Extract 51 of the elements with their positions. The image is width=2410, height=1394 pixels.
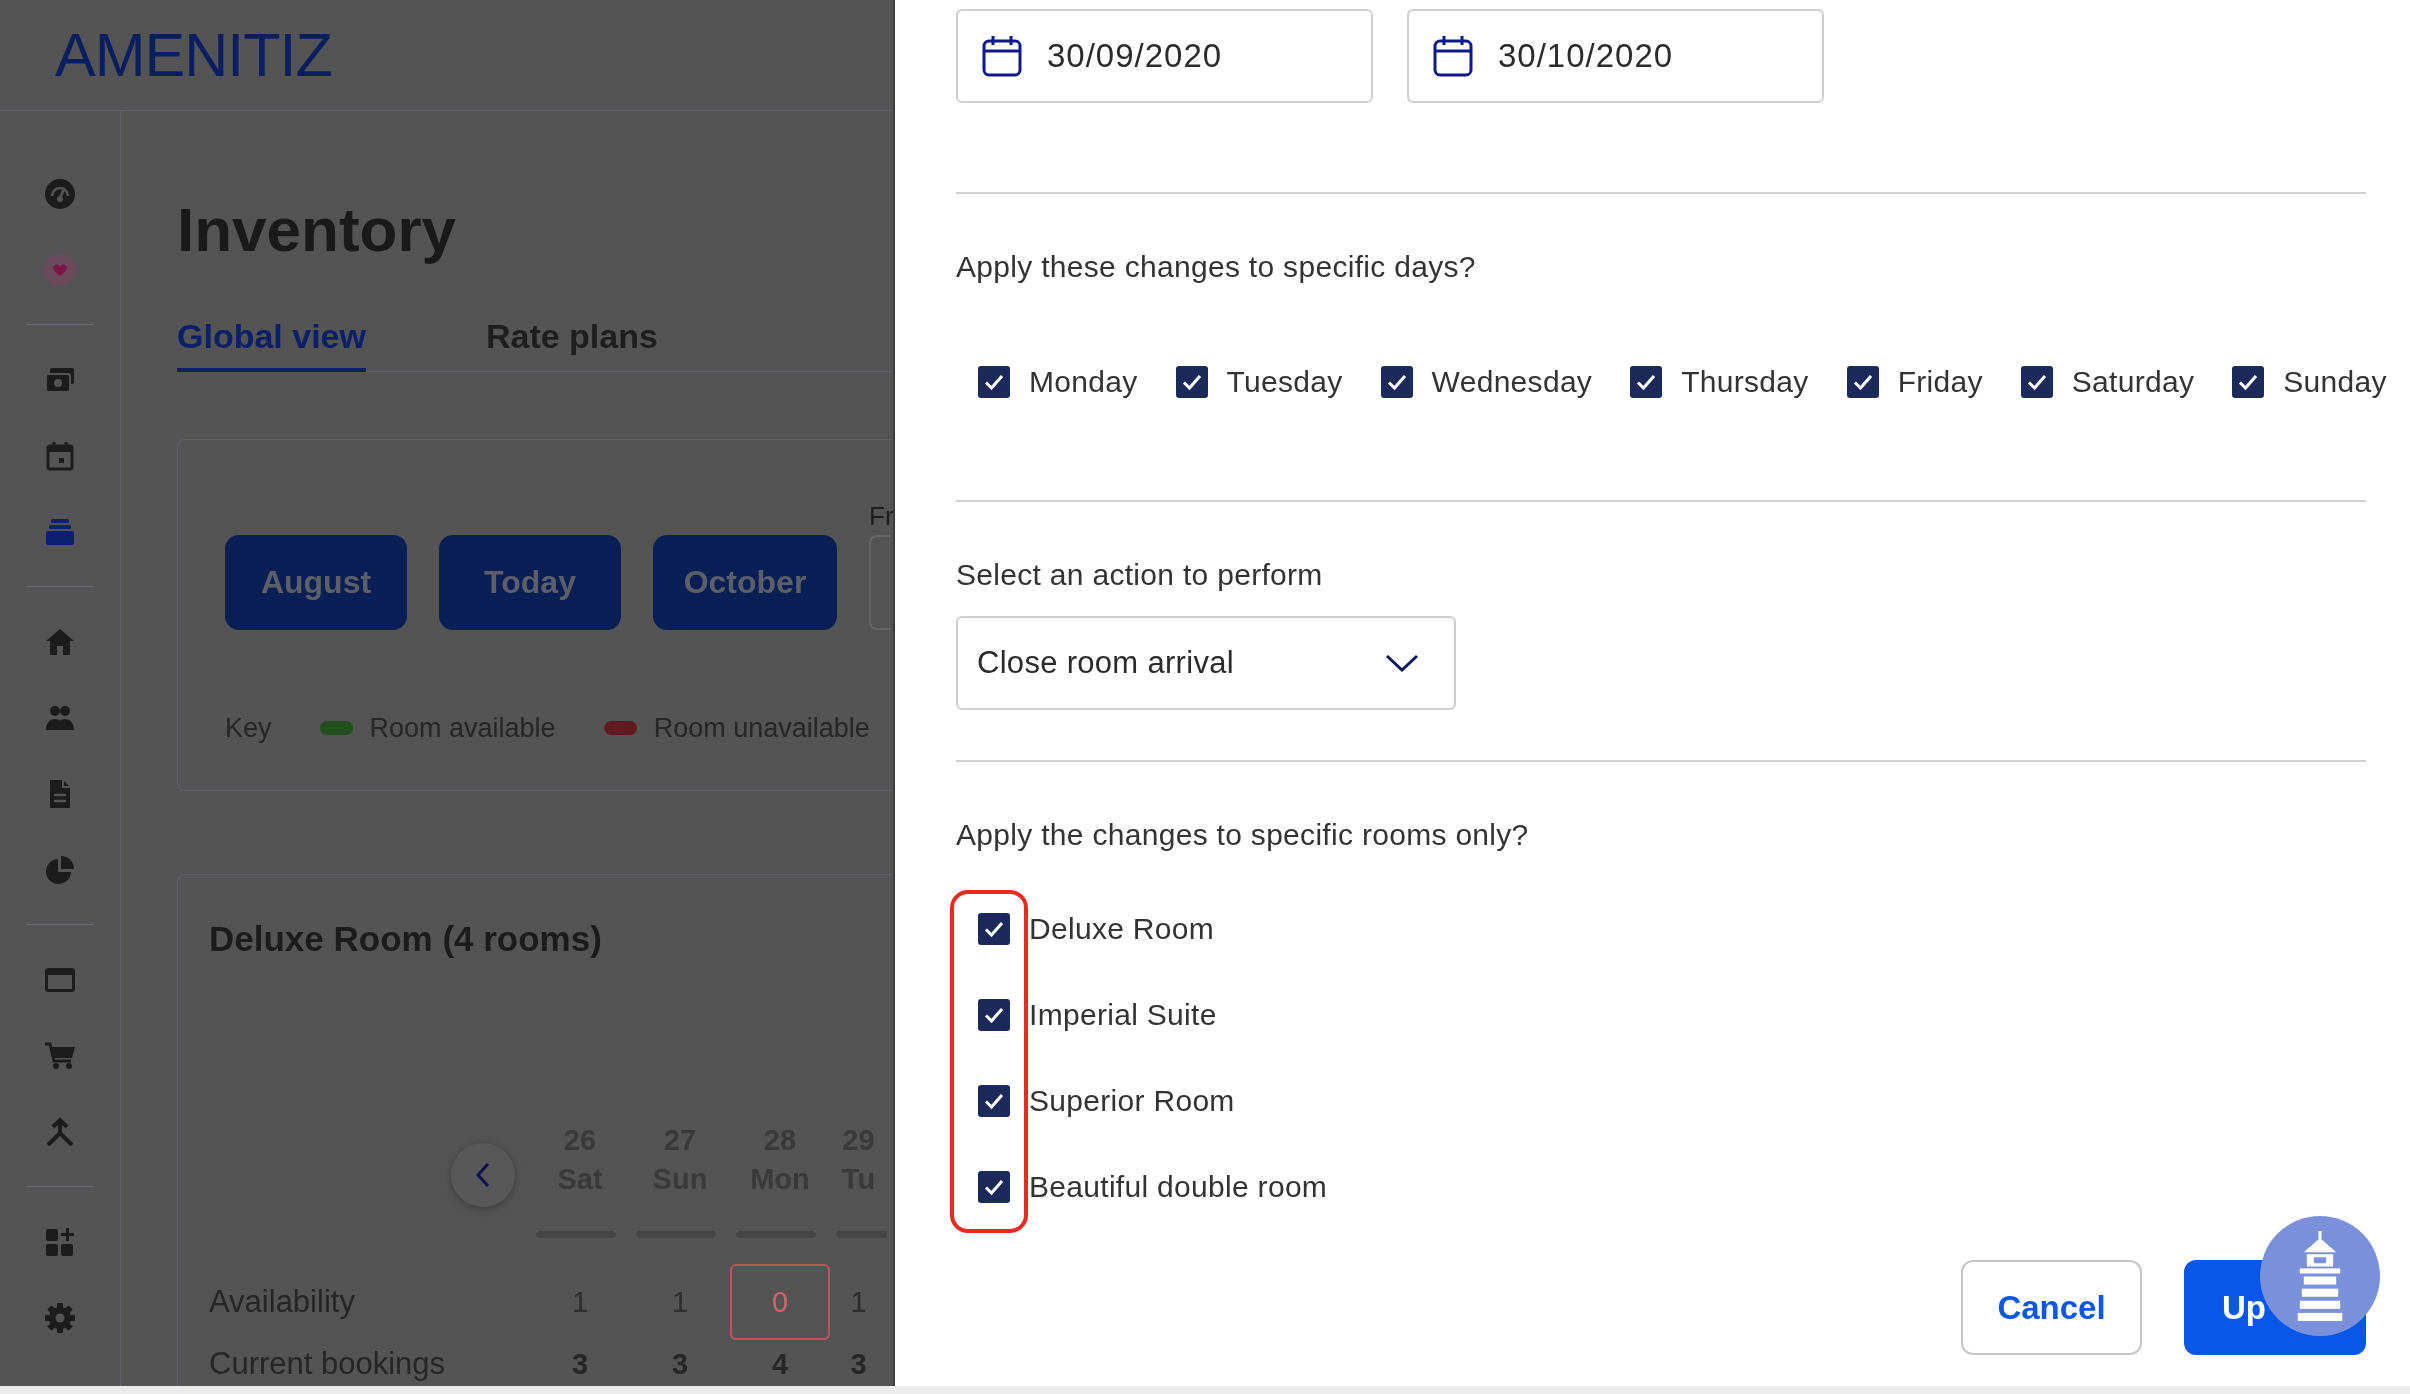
chevron-left-icon <box>476 1162 490 1188</box>
date-field[interactable]: 30/09/2020 <box>956 9 1373 103</box>
home-icon[interactable] <box>44 626 76 658</box>
cart-icon[interactable] <box>44 1040 76 1072</box>
gauge-icon[interactable] <box>44 178 76 210</box>
logo: AMENITIZ <box>55 24 332 86</box>
date-field[interactable]: 30/10/2020 <box>1407 9 1824 103</box>
checkbox-label: Monday <box>1029 365 1138 399</box>
page-title: Inventory <box>177 194 457 266</box>
checkbox[interactable] <box>978 366 1010 398</box>
calendar-icon[interactable] <box>44 440 76 472</box>
checkbox[interactable] <box>978 1171 1010 1203</box>
question-text: Apply the changes to specific rooms only? <box>956 817 1529 853</box>
checkbox[interactable] <box>978 913 1010 945</box>
calendar-icon <box>1433 35 1473 77</box>
checkbox[interactable] <box>2232 366 2265 398</box>
month-button[interactable]: Today <box>439 535 621 630</box>
checkbox-label: Deluxe Room <box>1029 912 1215 946</box>
checkbox-label: Wednesday <box>1431 365 1593 399</box>
checkbox[interactable] <box>978 1085 1010 1117</box>
calendar-icon <box>982 35 1022 77</box>
question-text: Apply these changes to specific days? <box>956 249 1476 285</box>
field-label: Select an action to perform <box>956 557 1323 593</box>
checkbox-label: Friday <box>1897 365 1983 399</box>
branch-icon[interactable] <box>44 1116 76 1148</box>
chevron-down-icon <box>1385 654 1419 672</box>
pie-chart-icon[interactable] <box>44 854 76 886</box>
grid-add-icon[interactable] <box>44 1226 76 1258</box>
stack-icon[interactable] <box>44 516 76 548</box>
checkbox-label: Tuesday <box>1226 365 1343 399</box>
checkbox-label: Sunday <box>2283 365 2387 399</box>
checkbox-label: Superior Room <box>1029 1084 1235 1118</box>
checkbox[interactable] <box>978 999 1010 1031</box>
room-title: Deluxe Room (4 rooms) <box>209 918 603 960</box>
checkbox[interactable] <box>1846 366 1879 398</box>
checkbox-label: Imperial Suite <box>1029 998 1217 1032</box>
cancel-button[interactable]: Cancel <box>1961 1260 2142 1355</box>
checkbox[interactable] <box>2020 366 2053 398</box>
month-button[interactable]: October <box>653 535 837 630</box>
settings-icon[interactable] <box>44 1302 76 1334</box>
month-button[interactable]: August <box>225 535 407 630</box>
checkbox[interactable] <box>1380 366 1413 398</box>
checkbox[interactable] <box>1175 366 1208 398</box>
tab[interactable]: Global view <box>177 316 366 372</box>
checkbox-label: Saturday <box>2071 365 2195 399</box>
action-select[interactable]: Close room arrival <box>956 616 1456 710</box>
checkbox-label: Beautiful double room <box>1029 1170 1328 1204</box>
table-cell: 0 <box>730 1264 830 1340</box>
checkbox[interactable] <box>1630 366 1663 398</box>
checkbox-label: Thursday <box>1681 365 1809 399</box>
lighthouse-icon <box>2296 1231 2344 1321</box>
